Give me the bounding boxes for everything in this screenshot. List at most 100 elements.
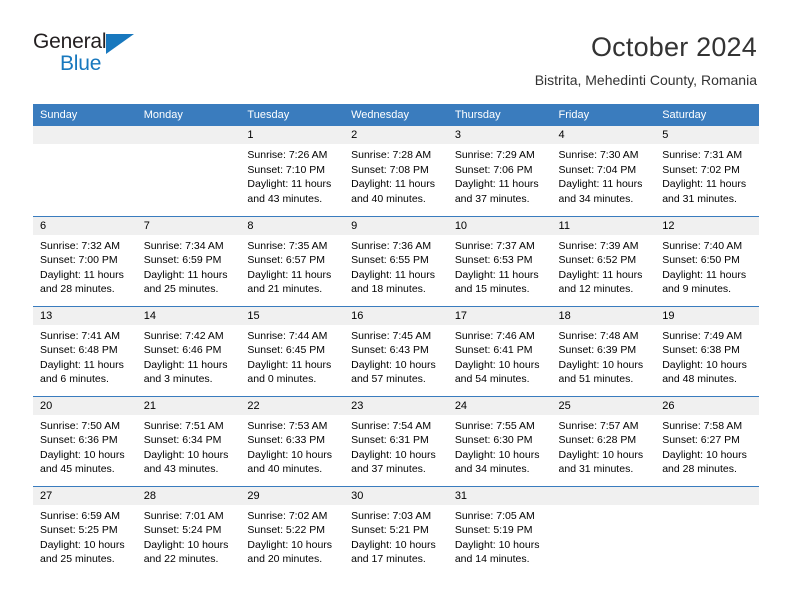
day-details: Sunrise: 6:59 AM Sunset: 5:25 PM Dayligh… [33, 505, 137, 567]
daylight-text-line2: and 22 minutes. [143, 553, 219, 566]
sunrise-text: Sunrise: 7:35 AM [247, 239, 328, 252]
daylight-text-line1: Daylight: 11 hours [558, 178, 643, 191]
daylight-text-line2: and 28 minutes. [40, 283, 115, 296]
sunset-text: Sunset: 5:25 PM [40, 524, 118, 537]
day-cell-6[interactable]: 6 Sunrise: 7:32 AM Sunset: 7:00 PM Dayli… [33, 215, 137, 306]
day-details: Sunrise: 7:32 AM Sunset: 7:00 PM Dayligh… [33, 235, 137, 297]
sunrise-text: Sunrise: 7:45 AM [351, 329, 432, 342]
sunset-text: Sunset: 6:52 PM [558, 254, 637, 267]
day-cell-19[interactable]: 19 Sunrise: 7:49 AM Sunset: 6:38 PM Dayl… [655, 305, 759, 396]
day-number: 8 [240, 216, 345, 235]
sunset-text: Sunset: 6:33 PM [247, 434, 326, 447]
day-details: Sunrise: 7:39 AM Sunset: 6:52 PM Dayligh… [552, 235, 656, 297]
day-cell-17[interactable]: 17 Sunrise: 7:46 AM Sunset: 6:41 PM Dayl… [447, 305, 552, 396]
day-cell-10[interactable]: 10 Sunrise: 7:37 AM Sunset: 6:53 PM Dayl… [447, 215, 552, 306]
daylight-text-line1: Daylight: 10 hours [454, 448, 540, 461]
daylight-text-line2: and 34 minutes. [454, 463, 530, 476]
daylight-text-line1: Daylight: 11 hours [454, 268, 539, 281]
sunset-text: Sunset: 6:57 PM [247, 254, 326, 267]
day-details: Sunrise: 7:05 AM Sunset: 5:19 PM Dayligh… [448, 505, 552, 567]
day-cell-4[interactable]: 4 Sunrise: 7:30 AM Sunset: 7:04 PM Dayli… [551, 126, 656, 216]
daylight-text-line2: and 48 minutes. [662, 373, 737, 386]
weekday-header-wednesday: Wednesday [344, 104, 448, 126]
day-number: 25 [551, 396, 656, 415]
day-number: 6 [33, 216, 137, 235]
day-cell-23[interactable]: 23 Sunrise: 7:54 AM Sunset: 6:31 PM Dayl… [344, 395, 448, 486]
daylight-text-line1: Daylight: 11 hours [143, 268, 228, 281]
sunrise-text: Sunrise: 7:57 AM [558, 419, 639, 432]
weekday-header-sunday: Sunday [33, 104, 137, 126]
daylight-text-line2: and 25 minutes. [40, 553, 115, 566]
sunset-text: Sunset: 6:43 PM [351, 344, 429, 357]
day-details: Sunrise: 7:54 AM Sunset: 6:31 PM Dayligh… [344, 415, 448, 477]
day-cell-28[interactable]: 28 Sunrise: 7:01 AM Sunset: 5:24 PM Dayl… [136, 485, 241, 576]
day-cell-9[interactable]: 9 Sunrise: 7:36 AM Sunset: 6:55 PM Dayli… [344, 215, 448, 306]
day-cell-empty [136, 126, 241, 216]
day-number: 30 [344, 486, 448, 505]
day-cell-15[interactable]: 15 Sunrise: 7:44 AM Sunset: 6:45 PM Dayl… [240, 305, 345, 396]
sunset-text: Sunset: 7:06 PM [454, 163, 533, 176]
day-cell-22[interactable]: 22 Sunrise: 7:53 AM Sunset: 6:33 PM Dayl… [240, 395, 345, 486]
day-number: 13 [33, 306, 137, 325]
day-number: 14 [136, 306, 241, 325]
day-details: Sunrise: 7:37 AM Sunset: 6:53 PM Dayligh… [448, 235, 552, 297]
sunset-text: Sunset: 6:45 PM [247, 344, 326, 357]
day-cell-2[interactable]: 2 Sunrise: 7:28 AM Sunset: 7:08 PM Dayli… [344, 126, 448, 216]
daylight-text-line1: Daylight: 10 hours [558, 358, 644, 371]
daylight-text-line1: Daylight: 10 hours [558, 448, 644, 461]
sunset-text: Sunset: 6:27 PM [662, 434, 740, 447]
daylight-text-line1: Daylight: 10 hours [662, 448, 747, 461]
day-number: 28 [136, 486, 241, 505]
day-details: Sunrise: 7:46 AM Sunset: 6:41 PM Dayligh… [448, 325, 552, 387]
sunrise-text: Sunrise: 7:50 AM [40, 419, 120, 432]
day-details: Sunrise: 7:03 AM Sunset: 5:21 PM Dayligh… [344, 505, 448, 567]
logo-text-general: General [33, 30, 107, 53]
day-details: Sunrise: 7:26 AM Sunset: 7:10 PM Dayligh… [240, 144, 344, 206]
day-cell-1[interactable]: 1 Sunrise: 7:26 AM Sunset: 7:10 PM Dayli… [240, 126, 345, 216]
sunrise-text: Sunrise: 7:30 AM [558, 149, 639, 161]
day-cell-24[interactable]: 24 Sunrise: 7:55 AM Sunset: 6:30 PM Dayl… [447, 395, 552, 486]
day-cell-14[interactable]: 14 Sunrise: 7:42 AM Sunset: 6:46 PM Dayl… [136, 305, 241, 396]
day-details: Sunrise: 7:58 AM Sunset: 6:27 PM Dayligh… [655, 415, 759, 477]
sunrise-text: Sunrise: 6:59 AM [40, 509, 120, 522]
day-cell-13[interactable]: 13 Sunrise: 7:41 AM Sunset: 6:48 PM Dayl… [33, 305, 137, 396]
sunset-text: Sunset: 5:24 PM [143, 524, 222, 537]
day-number: 10 [447, 216, 552, 235]
day-cell-18[interactable]: 18 Sunrise: 7:48 AM Sunset: 6:39 PM Dayl… [551, 305, 656, 396]
day-cell-16[interactable]: 16 Sunrise: 7:45 AM Sunset: 6:43 PM Dayl… [344, 305, 448, 396]
daylight-text-line2: and 20 minutes. [247, 553, 323, 566]
day-cell-27[interactable]: 27 Sunrise: 6:59 AM Sunset: 5:25 PM Dayl… [33, 485, 137, 576]
day-number: 5 [655, 126, 759, 144]
calendar-grid: Sunday Monday Tuesday Wednesday Thursday… [33, 104, 759, 576]
daylight-text-line2: and 3 minutes. [143, 373, 213, 386]
sunset-text: Sunset: 6:48 PM [40, 344, 118, 357]
daylight-text-line2: and 43 minutes. [247, 192, 323, 205]
day-details: Sunrise: 7:48 AM Sunset: 6:39 PM Dayligh… [552, 325, 656, 387]
day-details: Sunrise: 7:44 AM Sunset: 6:45 PM Dayligh… [240, 325, 344, 387]
day-cell-8[interactable]: 8 Sunrise: 7:35 AM Sunset: 6:57 PM Dayli… [240, 215, 345, 306]
day-cell-3[interactable]: 3 Sunrise: 7:29 AM Sunset: 7:06 PM Dayli… [447, 126, 552, 216]
daylight-text-line2: and 45 minutes. [40, 463, 115, 476]
day-cell-20[interactable]: 20 Sunrise: 7:50 AM Sunset: 6:36 PM Dayl… [33, 395, 137, 486]
day-cell-31[interactable]: 31 Sunrise: 7:05 AM Sunset: 5:19 PM Dayl… [447, 485, 552, 576]
daylight-text-line1: Daylight: 11 hours [247, 268, 332, 281]
sunset-text: Sunset: 6:41 PM [454, 344, 533, 357]
day-number: 23 [344, 396, 448, 415]
daylight-text-line1: Daylight: 11 hours [40, 268, 124, 281]
day-cell-30[interactable]: 30 Sunrise: 7:03 AM Sunset: 5:21 PM Dayl… [344, 485, 448, 576]
day-cell-12[interactable]: 12 Sunrise: 7:40 AM Sunset: 6:50 PM Dayl… [655, 215, 759, 306]
day-details: Sunrise: 7:57 AM Sunset: 6:28 PM Dayligh… [552, 415, 656, 477]
day-cell-26[interactable]: 26 Sunrise: 7:58 AM Sunset: 6:27 PM Dayl… [655, 395, 759, 486]
sunset-text: Sunset: 6:30 PM [454, 434, 533, 447]
day-cell-11[interactable]: 11 Sunrise: 7:39 AM Sunset: 6:52 PM Dayl… [551, 215, 656, 306]
calendar-week-row: 13 Sunrise: 7:41 AM Sunset: 6:48 PM Dayl… [33, 305, 759, 396]
day-cell-7[interactable]: 7 Sunrise: 7:34 AM Sunset: 6:59 PM Dayli… [136, 215, 241, 306]
day-details: Sunrise: 7:40 AM Sunset: 6:50 PM Dayligh… [655, 235, 759, 297]
day-cell-29[interactable]: 29 Sunrise: 7:02 AM Sunset: 5:22 PM Dayl… [240, 485, 345, 576]
day-number [551, 486, 656, 505]
day-cell-21[interactable]: 21 Sunrise: 7:51 AM Sunset: 6:34 PM Dayl… [136, 395, 241, 486]
day-cell-5[interactable]: 5 Sunrise: 7:31 AM Sunset: 7:02 PM Dayli… [655, 126, 759, 216]
day-cell-25[interactable]: 25 Sunrise: 7:57 AM Sunset: 6:28 PM Dayl… [551, 395, 656, 486]
daylight-text-line2: and 18 minutes. [351, 283, 426, 296]
general-blue-logo[interactable]: General Blue [33, 30, 145, 76]
